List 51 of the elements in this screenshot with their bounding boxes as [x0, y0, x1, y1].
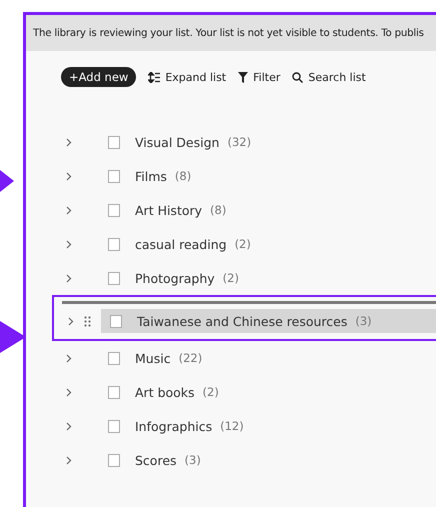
- filter-icon: [238, 72, 248, 82]
- item-count: (2): [234, 237, 251, 251]
- checkbox[interactable]: [108, 352, 120, 364]
- category-label: Taiwanese and Chinese resources: [137, 314, 348, 328]
- category-label: Photography: [135, 270, 215, 286]
- filter-button[interactable]: Filter: [238, 70, 280, 84]
- item-count: (2): [222, 271, 239, 285]
- checkbox[interactable]: [108, 136, 120, 148]
- expand-icon: [148, 72, 160, 82]
- notice-text: The library is reviewing your list. Your list is not yet visible to students. To publis: [33, 28, 424, 38]
- item-count: (3): [355, 314, 372, 328]
- add-new-button[interactable]: +Add new: [61, 67, 136, 87]
- item-count: (32): [227, 135, 252, 149]
- dragged-row[interactable]: Taiwanese and Chinese resources (3): [101, 309, 436, 333]
- chevron-icon[interactable]: [66, 240, 72, 248]
- chevron-icon[interactable]: [66, 354, 72, 362]
- category-label: Art books: [135, 384, 195, 400]
- item-count: (12): [220, 419, 244, 433]
- checkbox[interactable]: [108, 170, 120, 182]
- checkbox[interactable]: [108, 272, 120, 284]
- category-label: Films: [135, 168, 167, 184]
- checkbox[interactable]: [108, 204, 120, 216]
- category-label: casual reading: [135, 236, 227, 252]
- expand-button[interactable]: Expand list: [148, 70, 226, 84]
- search-icon: [292, 72, 304, 82]
- category-label: Visual Design: [135, 134, 220, 150]
- drag-handle-icon[interactable]: [84, 316, 91, 326]
- category-label: Art History: [135, 202, 202, 218]
- checkbox[interactable]: [108, 420, 120, 432]
- checkbox[interactable]: [108, 386, 120, 398]
- category-label: Music: [135, 350, 171, 366]
- chevron-icon[interactable]: [66, 422, 72, 430]
- item-count: (3): [184, 453, 201, 467]
- checkbox[interactable]: [108, 454, 120, 466]
- chevron-icon[interactable]: [66, 388, 72, 396]
- item-count: (2): [202, 385, 219, 399]
- item-count: (22): [178, 351, 202, 365]
- item-count: (8): [210, 203, 226, 217]
- chevron-icon[interactable]: [68, 316, 74, 326]
- category-label: Infographics: [135, 418, 212, 434]
- checkbox[interactable]: [108, 238, 120, 250]
- category-label: Scores: [135, 452, 177, 468]
- checkbox[interactable]: [110, 314, 122, 328]
- chevron-icon[interactable]: [66, 456, 72, 464]
- chevron-icon[interactable]: [66, 172, 72, 180]
- chevron-icon[interactable]: [66, 206, 72, 214]
- chevron-icon[interactable]: [66, 138, 72, 146]
- chevron-icon[interactable]: [66, 274, 72, 282]
- search-button[interactable]: Search list: [292, 70, 366, 84]
- pointer-arrow: [0, 170, 14, 192]
- item-count: (8): [174, 169, 192, 183]
